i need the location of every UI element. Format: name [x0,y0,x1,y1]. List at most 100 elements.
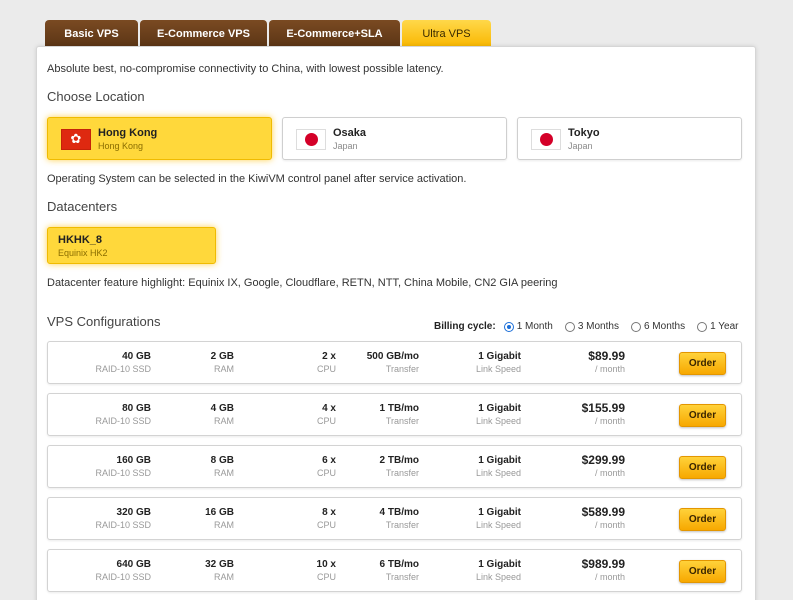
radio-selected-icon[interactable] [503,321,514,332]
ram-label: RAM [214,468,234,478]
datacenter-heading: Datacenters [47,199,118,214]
transfer-label: Transfer [385,468,419,478]
tab-basic-vps[interactable]: Basic VPS [45,20,138,47]
ram-label: RAM [214,364,234,374]
location-country: Japan [333,141,358,151]
link-speed-label: Link Speed [475,468,521,478]
ram-label: RAM [214,416,234,426]
cpu-label: CPU [316,416,336,426]
transfer-amount: 4 TB/mo [379,507,419,518]
disk-size: 640 GB [116,559,151,570]
location-card-tokyo[interactable]: Tokyo Japan [517,117,742,160]
transfer-amount: 500 GB/mo [366,351,419,362]
location-name: Tokyo [568,127,600,139]
ram-size: 4 GB [210,403,234,414]
order-button[interactable]: Order [679,404,726,427]
location-card-hong-kong[interactable]: Hong Kong Hong Kong [47,117,272,160]
location-name: Hong Kong [98,127,158,139]
price-period: / month [594,364,625,374]
link-speed-label: Link Speed [475,364,521,374]
ram-size: 32 GB [205,559,234,570]
plan-row: 640 GB RAID-10 SSD 32 GB RAM 10 x CPU 6 TB/… [47,549,742,592]
billing-option-1-month[interactable]: 1 Month [503,321,553,332]
location-country: Japan [568,141,593,151]
location-card-osaka[interactable]: Osaka Japan [282,117,507,160]
disk-label: RAID-10 SSD [95,572,151,582]
price-period: / month [594,416,625,426]
transfer-amount: 1 TB/mo [379,403,419,414]
order-button[interactable]: Order [679,456,726,479]
billing-cycle: Billing cycle: 1 Month 3 Months 6 Months… [434,321,750,332]
plan-price: $89.99 [588,349,625,363]
transfer-label: Transfer [385,572,419,582]
ram-size: 2 GB [210,351,234,362]
config-heading: VPS Configurations [47,314,161,329]
link-speed: 1 Gigabit [478,351,521,362]
ultra-vps-panel: Absolute best, no-compromise connectivit… [36,46,756,600]
disk-size: 160 GB [116,455,151,466]
transfer-amount: 6 TB/mo [379,559,419,570]
plan-price: $589.99 [581,505,625,519]
disk-label: RAID-10 SSD [95,416,151,426]
location-name: Osaka [333,127,367,139]
billing-option-6-months[interactable]: 6 Months [630,321,685,332]
plan-price: $299.99 [581,453,625,467]
link-speed: 1 Gigabit [478,507,521,518]
os-note: Operating System can be selected in the … [47,173,467,185]
cpu-count: 10 x [316,559,336,570]
billing-cycle-label: Billing cycle: [434,321,496,332]
disk-size: 320 GB [116,507,151,518]
ram-size: 16 GB [205,507,234,518]
intro-text: Absolute best, no-compromise connectivit… [47,63,444,75]
plan-tabs: Basic VPS E-Commerce VPS E-Commerce+SLA … [45,20,493,47]
plan-row: 160 GB RAID-10 SSD 8 GB RAM 6 x CPU 2 TB/mo… [47,445,742,488]
link-speed: 1 Gigabit [478,403,521,414]
price-period: / month [594,468,625,478]
location-country: Hong Kong [98,141,144,151]
datacenter-card-hkhk-8[interactable]: HKHK_8 Equinix HK2 [47,227,216,264]
plan-price: $155.99 [581,401,625,415]
tab-ecommerce-sla[interactable]: E-Commerce+SLA [269,20,400,47]
price-period: / month [594,572,625,582]
cpu-count: 2 x [322,351,336,362]
radio-icon[interactable] [697,321,708,332]
plan-row: 80 GB RAID-10 SSD 4 GB RAM 4 x CPU 1 TB/mo T… [47,393,742,436]
jp-flag-icon [296,129,326,150]
price-period: / month [594,520,625,530]
order-button[interactable]: Order [679,352,726,375]
ram-size: 8 GB [210,455,234,466]
feature-note: Datacenter feature highlight: Equinix IX… [47,277,558,289]
cpu-label: CPU [316,520,336,530]
hk-flag-icon [61,129,91,150]
cpu-label: CPU [316,572,336,582]
cpu-count: 8 x [322,507,336,518]
plan-row: 320 GB RAID-10 SSD 16 GB RAM 8 x CPU 4 TB/m… [47,497,742,540]
datacenter-location: Equinix HK2 [58,248,108,258]
tab-ecommerce-vps[interactable]: E-Commerce VPS [140,20,267,47]
order-button[interactable]: Order [679,508,726,531]
ram-label: RAM [214,520,234,530]
transfer-label: Transfer [385,364,419,374]
disk-label: RAID-10 SSD [95,468,151,478]
radio-icon[interactable] [630,321,641,332]
disk-size: 40 GB [122,351,151,362]
link-speed-label: Link Speed [475,572,521,582]
link-speed-label: Link Speed [475,416,521,426]
link-speed: 1 Gigabit [478,559,521,570]
datacenter-name: HKHK_8 [58,234,103,246]
billing-option-1-year[interactable]: 1 Year [697,321,738,332]
jp-flag-icon [531,129,561,150]
link-speed-label: Link Speed [475,520,521,530]
plan-price: $989.99 [581,557,625,571]
radio-icon[interactable] [564,321,575,332]
cpu-count: 6 x [322,455,336,466]
cpu-label: CPU [316,364,336,374]
cpu-count: 4 x [322,403,336,414]
ram-label: RAM [214,572,234,582]
cpu-label: CPU [316,468,336,478]
billing-option-3-months[interactable]: 3 Months [564,321,619,332]
disk-label: RAID-10 SSD [95,520,151,530]
tab-ultra-vps[interactable]: Ultra VPS [402,20,491,47]
link-speed: 1 Gigabit [478,455,521,466]
order-button[interactable]: Order [679,560,726,583]
